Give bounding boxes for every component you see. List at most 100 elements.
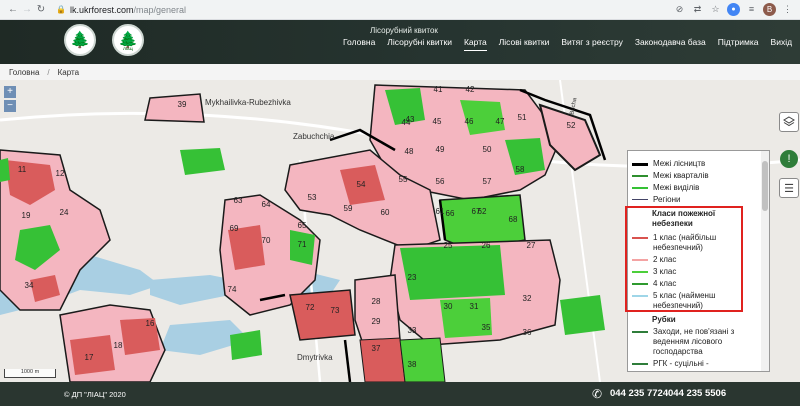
liac-logo-icon[interactable]: 🌲 ЛІАЦ (112, 24, 144, 56)
address-bar[interactable]: lk.ukrforest.com/map/general (70, 5, 186, 15)
phone-number[interactable]: 044 235 7724 (610, 388, 668, 399)
legend-item: РГК - суцільні - (632, 359, 763, 369)
site-footer: © ДП "ЛІАЦ" 2020 ✆ 044 235 7724 044 235 … (0, 382, 800, 406)
quarter-label: 59 (344, 204, 353, 213)
place-name: Bucha (569, 97, 579, 116)
breadcrumb-map: Карта (57, 67, 80, 77)
legend-swatch (632, 187, 648, 189)
blocked-popup-icon[interactable]: ⊘ (673, 3, 686, 16)
logo-caption: ЛІАЦ (123, 46, 133, 51)
breadcrumb-separator: / (47, 67, 50, 77)
quarter-label: 23 (408, 273, 417, 282)
phone-number[interactable]: 044 235 5506 (668, 388, 726, 399)
translate-icon[interactable]: ⇄ (691, 3, 704, 16)
layers-button[interactable] (779, 112, 799, 132)
fire-class-3-area (560, 295, 605, 335)
quarter-label: 37 (372, 344, 381, 353)
browser-toolbar: ← → ↻ 🔒 lk.ukrforest.com/map/general ⊘ ⇄… (0, 0, 800, 20)
breadcrumb: Головна / Карта (0, 64, 800, 80)
quarter-label: 27 (527, 241, 536, 250)
place-label: Zabuchchia (293, 132, 334, 141)
forestry-border (343, 339, 352, 382)
quarter-label: 26 (482, 241, 491, 250)
info-button[interactable]: ! (780, 150, 798, 168)
quarter-label: 38 (408, 360, 417, 369)
quarter-label: 72 (306, 303, 315, 312)
legend-label: Межі кварталів (653, 171, 709, 180)
forest-area[interactable] (144, 93, 205, 123)
place-name: Zabuchchia (293, 132, 335, 141)
legend-item: Межі лісництв (632, 159, 763, 169)
legend-label: РГК - суцільні - (653, 359, 709, 368)
place-name: Mykhailivka-Rubezhivka (205, 98, 291, 107)
place-name: Dmytrivka (297, 353, 333, 362)
quarter-label: 74 (228, 285, 237, 294)
menu-item-logout[interactable]: Вихід (771, 37, 793, 51)
legend-swatch (632, 163, 648, 166)
list-icon: ☰ (784, 182, 794, 195)
forest-area[interactable] (289, 289, 356, 341)
fire-class-2-area (400, 198, 435, 235)
quarter-label: 53 (308, 193, 317, 202)
menu-item-logging-tickets[interactable]: Лісорубні квитки (387, 37, 452, 51)
star-icon[interactable]: ☆ (709, 3, 722, 16)
quarter-label: 70 (262, 236, 271, 245)
zoom-in-button[interactable]: + (4, 86, 16, 98)
quarter-label: 57 (483, 177, 492, 186)
copyright: © ДП "ЛІАЦ" 2020 (64, 390, 126, 399)
quarter-label: 35 (482, 323, 491, 332)
site-name: Лісорубний квиток (370, 26, 438, 35)
more-icon[interactable]: ⋮ (781, 3, 794, 16)
menu-item-home[interactable]: Головна (343, 37, 375, 51)
quarter-label: 12 (56, 169, 65, 178)
extension-icon[interactable]: ● (727, 3, 740, 16)
quarter-label: 46 (465, 117, 474, 126)
quarter-label: 45 (433, 117, 442, 126)
place-label: Dmytrivka (297, 353, 333, 362)
scroll-thumb[interactable] (762, 161, 768, 211)
breadcrumb-home[interactable]: Головна (9, 68, 39, 77)
menu-icon[interactable]: ≡ (745, 3, 758, 16)
fire-class-3-area (230, 330, 262, 360)
forward-icon[interactable]: → (20, 4, 34, 15)
avatar[interactable]: B (763, 3, 776, 16)
quarter-label: 16 (146, 319, 155, 328)
quarter-label: 29 (372, 317, 381, 326)
back-icon[interactable]: ← (6, 4, 20, 15)
quarter-label: 18 (114, 341, 123, 350)
quarter-label: 36 (523, 328, 532, 337)
legend-swatch (632, 199, 648, 200)
forest-area[interactable] (359, 337, 406, 382)
quarter-label: 30 (444, 302, 453, 311)
menu-item-support[interactable]: Підтримка (718, 37, 759, 51)
scale-bar: 1000 m (4, 369, 56, 378)
menu-item-legislation[interactable]: Законодавча база (635, 37, 706, 51)
quarter-label: 64 (262, 200, 271, 209)
menu-item-map[interactable]: Карта (463, 37, 487, 51)
legend-item: Регіони (632, 195, 763, 205)
site-header: 🌲 🌲 ЛІАЦ Лісорубний квиток Головна Лісору… (0, 20, 800, 64)
quarter-label: 33 (408, 326, 417, 335)
quarter-label: 49 (436, 145, 445, 154)
zoom-controls: + − (4, 86, 16, 114)
fire-class-3-area (180, 148, 225, 175)
quarter-label: 58 (516, 165, 525, 174)
menu-item-forest-tickets[interactable]: Лісові квитки (499, 37, 550, 51)
zoom-out-button[interactable]: − (4, 100, 16, 112)
quarter-label: 56 (436, 177, 445, 186)
quarter-label: 69 (230, 224, 239, 233)
legend-scrollbar[interactable] (761, 151, 769, 371)
quarter-label: 60 (381, 208, 390, 217)
quarter-label: 39 (178, 100, 187, 109)
menu-item-registry-extract[interactable]: Витяг з реєстру (561, 37, 622, 51)
legend-label: Межі виділів (653, 183, 700, 192)
quarter-label: 50 (483, 145, 492, 154)
quarter-label: 55 (399, 175, 408, 184)
reload-icon[interactable]: ↻ (34, 4, 48, 15)
legend-button[interactable]: ☰ (779, 178, 799, 198)
legend-label: Заходи, не пов'язані з веденням лісового… (653, 327, 735, 356)
layers-icon (783, 116, 795, 127)
fire-class-highlight (625, 206, 743, 312)
main-menu: Головна Лісорубні квитки Карта Лісові кв… (343, 37, 792, 51)
forest-logo-icon[interactable]: 🌲 (64, 24, 96, 56)
